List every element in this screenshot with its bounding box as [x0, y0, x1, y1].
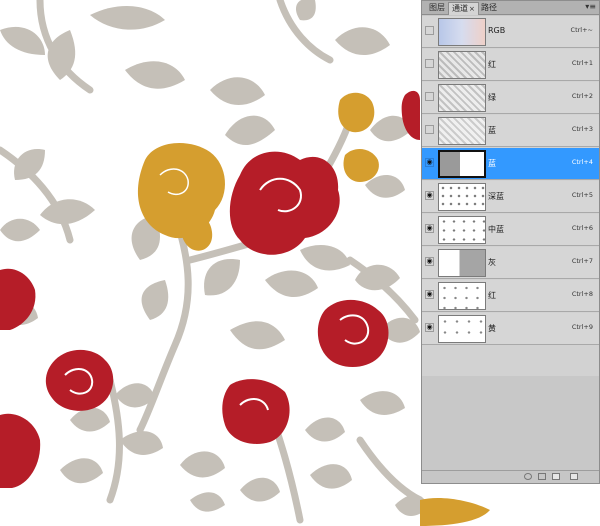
channel-shortcut: Ctrl+8	[571, 290, 593, 298]
channel-name: 黄	[488, 324, 496, 333]
delete-channel-icon[interactable]	[570, 473, 578, 480]
channel-thumbnail	[438, 183, 486, 211]
tab-layers-label: 图层	[429, 3, 445, 12]
new-channel-icon[interactable]	[552, 473, 560, 480]
visibility-eye-icon[interactable]	[425, 26, 434, 35]
channel-row[interactable]: ◉ 中蓝 Ctrl+6	[422, 214, 599, 246]
visibility-eye-icon[interactable]	[425, 59, 434, 68]
channel-thumbnail	[438, 18, 486, 46]
save-selection-icon[interactable]	[538, 473, 546, 480]
channel-shortcut: Ctrl+6	[571, 224, 593, 232]
channel-thumbnail	[438, 117, 486, 145]
channel-shortcut: Ctrl+1	[571, 59, 593, 67]
channel-row[interactable]: ◉ 深蓝 Ctrl+5	[422, 181, 599, 213]
channel-shortcut: Ctrl+3	[571, 125, 593, 133]
visibility-eye-icon[interactable]: ◉	[425, 323, 434, 332]
visibility-eye-icon[interactable]: ◉	[425, 257, 434, 266]
channel-shortcut: Ctrl+7	[571, 257, 593, 265]
panel-tab-bar: 图层 通道× 路径 ▾≡	[422, 1, 599, 15]
channel-row[interactable]: 蓝 Ctrl+3	[422, 115, 599, 147]
channel-thumbnail	[438, 150, 486, 178]
visibility-eye-icon[interactable]: ◉	[425, 290, 434, 299]
channel-shortcut: Ctrl+~	[570, 26, 593, 34]
channel-name: 深蓝	[488, 192, 504, 201]
channel-shortcut: Ctrl+5	[571, 191, 593, 199]
channel-shortcut: Ctrl+2	[571, 92, 593, 100]
channel-thumbnail	[438, 282, 486, 310]
channel-shortcut: Ctrl+4	[571, 158, 593, 166]
panel-menu-icon[interactable]: ▾≡	[585, 2, 596, 11]
tab-layers[interactable]: 图层	[426, 2, 448, 15]
panel-footer	[422, 470, 599, 483]
channel-thumbnail	[438, 84, 486, 112]
channel-row[interactable]: ◉ 蓝 Ctrl+4	[422, 148, 599, 180]
visibility-eye-icon[interactable]	[425, 92, 434, 101]
channel-thumbnail	[438, 51, 486, 79]
channel-name: 绿	[488, 93, 496, 102]
channel-row[interactable]: RGB Ctrl+~	[422, 16, 599, 48]
channel-row[interactable]: ◉ 红 Ctrl+8	[422, 280, 599, 312]
visibility-eye-icon[interactable]	[425, 125, 434, 134]
load-selection-icon[interactable]	[524, 473, 532, 480]
visibility-eye-icon[interactable]: ◉	[425, 191, 434, 200]
tab-paths-label: 路径	[481, 3, 497, 12]
channel-name: 红	[488, 60, 496, 69]
channels-panel: 图层 通道× 路径 ▾≡ RGB Ctrl+~ 红 Ctrl+1 绿 Ctrl+2 蓝 Ctr…	[421, 0, 600, 484]
channel-name: 灰	[488, 258, 496, 267]
channel-row[interactable]: 绿 Ctrl+2	[422, 82, 599, 114]
visibility-eye-icon[interactable]: ◉	[425, 224, 434, 233]
channel-shortcut: Ctrl+9	[571, 323, 593, 331]
channel-row[interactable]: ◉ 黄 Ctrl+9	[422, 313, 599, 345]
visibility-eye-icon[interactable]: ◉	[425, 158, 434, 167]
channel-list: RGB Ctrl+~ 红 Ctrl+1 绿 Ctrl+2 蓝 Ctrl+3 ◉ 蓝 Ctrl+4 ◉ 深…	[422, 16, 599, 376]
channel-name: 蓝	[488, 159, 496, 168]
channel-name: 红	[488, 291, 496, 300]
channel-row[interactable]: 红 Ctrl+1	[422, 49, 599, 81]
channel-name: 蓝	[488, 126, 496, 135]
channel-row[interactable]: ◉ 灰 Ctrl+7	[422, 247, 599, 279]
channel-thumbnail	[438, 249, 486, 277]
tab-channels-label: 通道	[452, 4, 468, 13]
close-icon[interactable]: ×	[469, 5, 475, 13]
channel-thumbnail	[438, 216, 486, 244]
channel-name: RGB	[488, 26, 506, 35]
tab-channels[interactable]: 通道×	[448, 2, 479, 15]
tab-paths[interactable]: 路径	[478, 2, 500, 15]
channel-thumbnail	[438, 315, 486, 343]
channel-name: 中蓝	[488, 225, 504, 234]
